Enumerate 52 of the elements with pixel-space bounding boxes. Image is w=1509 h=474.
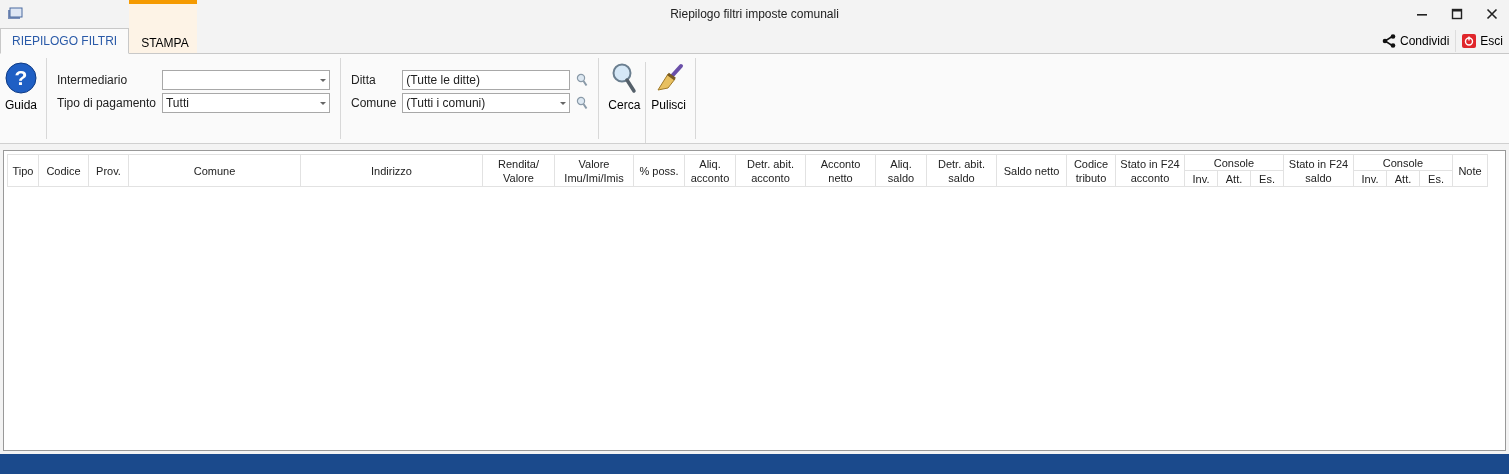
close-icon[interactable]: [1486, 8, 1498, 20]
column-header[interactable]: Inv.: [1353, 170, 1387, 187]
column-header[interactable]: Console: [1184, 154, 1284, 171]
power-icon: [1462, 33, 1477, 48]
window-title: Riepilogo filtri imposte comunali: [670, 7, 839, 21]
caret-icon: [320, 78, 326, 82]
help-icon: ?: [5, 62, 37, 94]
column-header[interactable]: Stato in F24 acconto: [1115, 154, 1185, 187]
column-header[interactable]: Att.: [1386, 170, 1420, 187]
tab[interactable]: STAMPA: [129, 0, 198, 53]
field-label: Intermediario: [57, 73, 129, 87]
column-header[interactable]: Detr. abit. saldo: [926, 154, 997, 187]
app-icon: [7, 7, 23, 21]
column-header[interactable]: Codice: [38, 154, 89, 187]
share-icon: [1381, 33, 1396, 48]
column-header[interactable]: Aliq. acconto: [684, 154, 736, 187]
column-header[interactable]: Rendita/ Valore: [482, 154, 555, 187]
field-label: Tipo di pagamento: [57, 96, 156, 110]
field-label: Comune: [351, 96, 397, 110]
search-icon: [611, 62, 638, 94]
field-label: Ditta: [351, 73, 377, 87]
column-header[interactable]: Att.: [1217, 170, 1251, 187]
help-button[interactable]: ? Guida: [0, 62, 43, 112]
column-header[interactable]: Console: [1353, 154, 1453, 171]
caret-icon: [320, 101, 326, 105]
column-header[interactable]: Aliq. saldo: [875, 154, 927, 187]
column-header[interactable]: Valore Imu/Imi/Imis: [554, 154, 634, 187]
column-header[interactable]: Stato in F24 saldo: [1283, 154, 1354, 187]
clear-button[interactable]: Pulisci: [646, 62, 692, 112]
dropdown-field[interactable]: Tutti: [162, 93, 330, 113]
column-header[interactable]: Tipo: [7, 154, 39, 187]
search-button[interactable]: Cerca: [603, 62, 646, 112]
column-header[interactable]: Comune: [128, 154, 301, 187]
column-header[interactable]: Codice tributo: [1066, 154, 1116, 187]
column-header[interactable]: Indirizzo: [300, 154, 483, 187]
header-action[interactable]: Condividi: [1375, 29, 1456, 52]
maximize-icon[interactable]: [1451, 8, 1463, 20]
header-action[interactable]: Esci: [1455, 29, 1509, 52]
column-header[interactable]: Inv.: [1184, 170, 1218, 187]
column-header[interactable]: % poss.: [633, 154, 685, 187]
column-header[interactable]: Saldo netto: [996, 154, 1067, 187]
tab[interactable]: RIEPILOGO FILTRI: [0, 28, 130, 54]
dropdown-field[interactable]: [162, 70, 330, 90]
input-field[interactable]: (Tutte le ditte): [402, 70, 571, 90]
column-header[interactable]: Acconto netto: [805, 154, 876, 187]
caret-icon: [560, 101, 567, 105]
column-header[interactable]: Detr. abit. acconto: [735, 154, 806, 187]
search-icon[interactable]: [576, 96, 589, 110]
dropdown-field[interactable]: (Tutti i comuni): [402, 93, 571, 113]
column-header[interactable]: Note: [1452, 154, 1488, 187]
search-icon[interactable]: [576, 73, 589, 87]
column-header[interactable]: Prov.: [88, 154, 129, 187]
